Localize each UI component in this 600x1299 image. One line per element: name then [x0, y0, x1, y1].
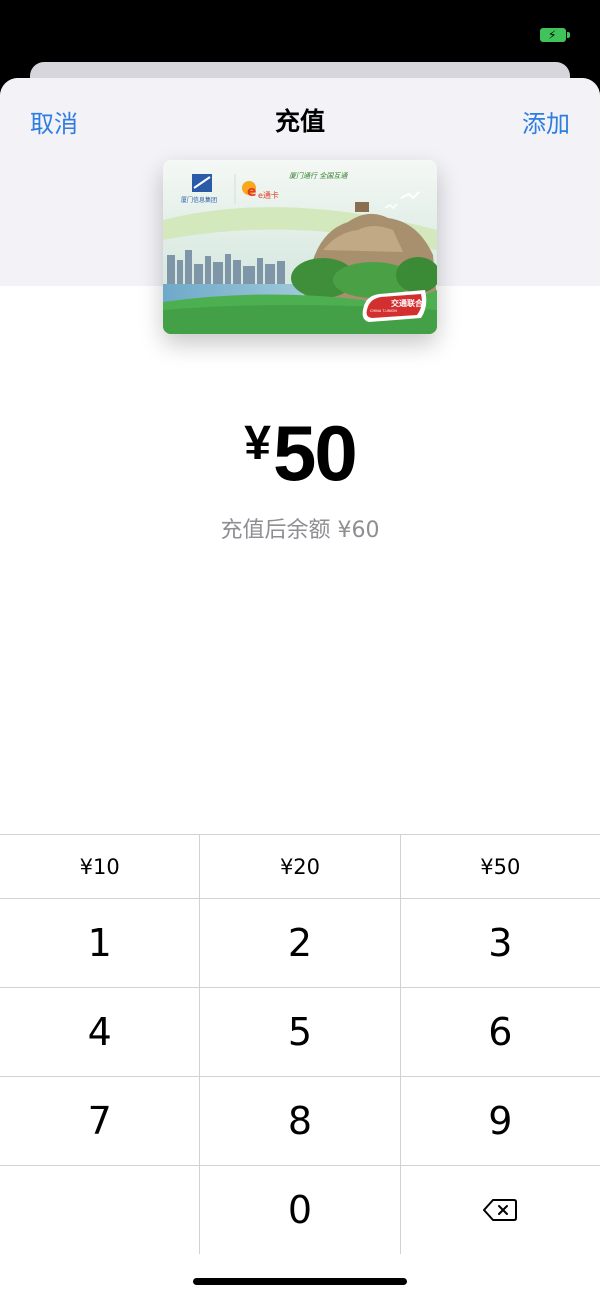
key-8[interactable]: 8: [200, 1077, 401, 1165]
key-9[interactable]: 9: [401, 1077, 600, 1165]
quick-amount-20[interactable]: ¥20: [200, 835, 401, 898]
key-empty: [0, 1166, 201, 1254]
top-up-amount: ¥50: [0, 408, 600, 499]
card-slogan-text: 厦门通行 全国互通: [289, 172, 348, 180]
key-5[interactable]: 5: [200, 988, 401, 1076]
amount-keypad: ¥10 ¥20 ¥50 1 2 3 4 5 6 7 8 9 0: [0, 834, 600, 1254]
amount-value: 50: [272, 409, 358, 497]
quick-amount-50[interactable]: ¥50: [401, 835, 600, 898]
card-issuer-text: 厦门信息集团: [181, 196, 217, 204]
status-bar: ⚡: [0, 0, 600, 70]
keypad-row-2: 4 5 6: [0, 988, 600, 1077]
keypad-row-3: 7 8 9: [0, 1077, 600, 1166]
card-brand-text: e通卡: [258, 190, 279, 200]
home-indicator: [193, 1278, 407, 1285]
svg-text:e: e: [247, 184, 257, 200]
battery-charging-icon: ⚡: [540, 28, 570, 42]
amount-currency-symbol: ¥: [244, 417, 271, 470]
page-title: 充值: [274, 107, 325, 136]
key-6[interactable]: 6: [401, 988, 600, 1076]
key-3[interactable]: 3: [401, 899, 600, 987]
key-7[interactable]: 7: [0, 1077, 201, 1165]
key-4[interactable]: 4: [0, 988, 201, 1076]
balance-after-top-up: 充值后余额 ¥60: [220, 518, 380, 543]
keypad-row-4: 0: [0, 1166, 600, 1254]
quick-amount-10[interactable]: ¥10: [0, 835, 201, 898]
quick-amount-row: ¥10 ¥20 ¥50: [0, 835, 600, 899]
backspace-icon: [483, 1199, 518, 1221]
keypad-row-1: 1 2 3: [0, 899, 600, 988]
key-1[interactable]: 1: [0, 899, 201, 987]
key-0[interactable]: 0: [200, 1166, 401, 1254]
top-up-sheet: 取消 充值 添加 厦门信息集团 e e通卡 厦门通行 全国互通 交通联合 CHI…: [0, 78, 600, 1299]
card-union-en: CHINA T-UNION: [370, 309, 397, 313]
transit-card-image: 厦门信息集团 e e通卡 厦门通行 全国互通 交通联合 CHINA T-UNIO…: [163, 160, 437, 334]
card-union-label: 交通联合: [391, 298, 424, 308]
key-2[interactable]: 2: [200, 899, 401, 987]
delete-key[interactable]: [401, 1166, 600, 1254]
add-button[interactable]: 添加: [522, 104, 570, 139]
